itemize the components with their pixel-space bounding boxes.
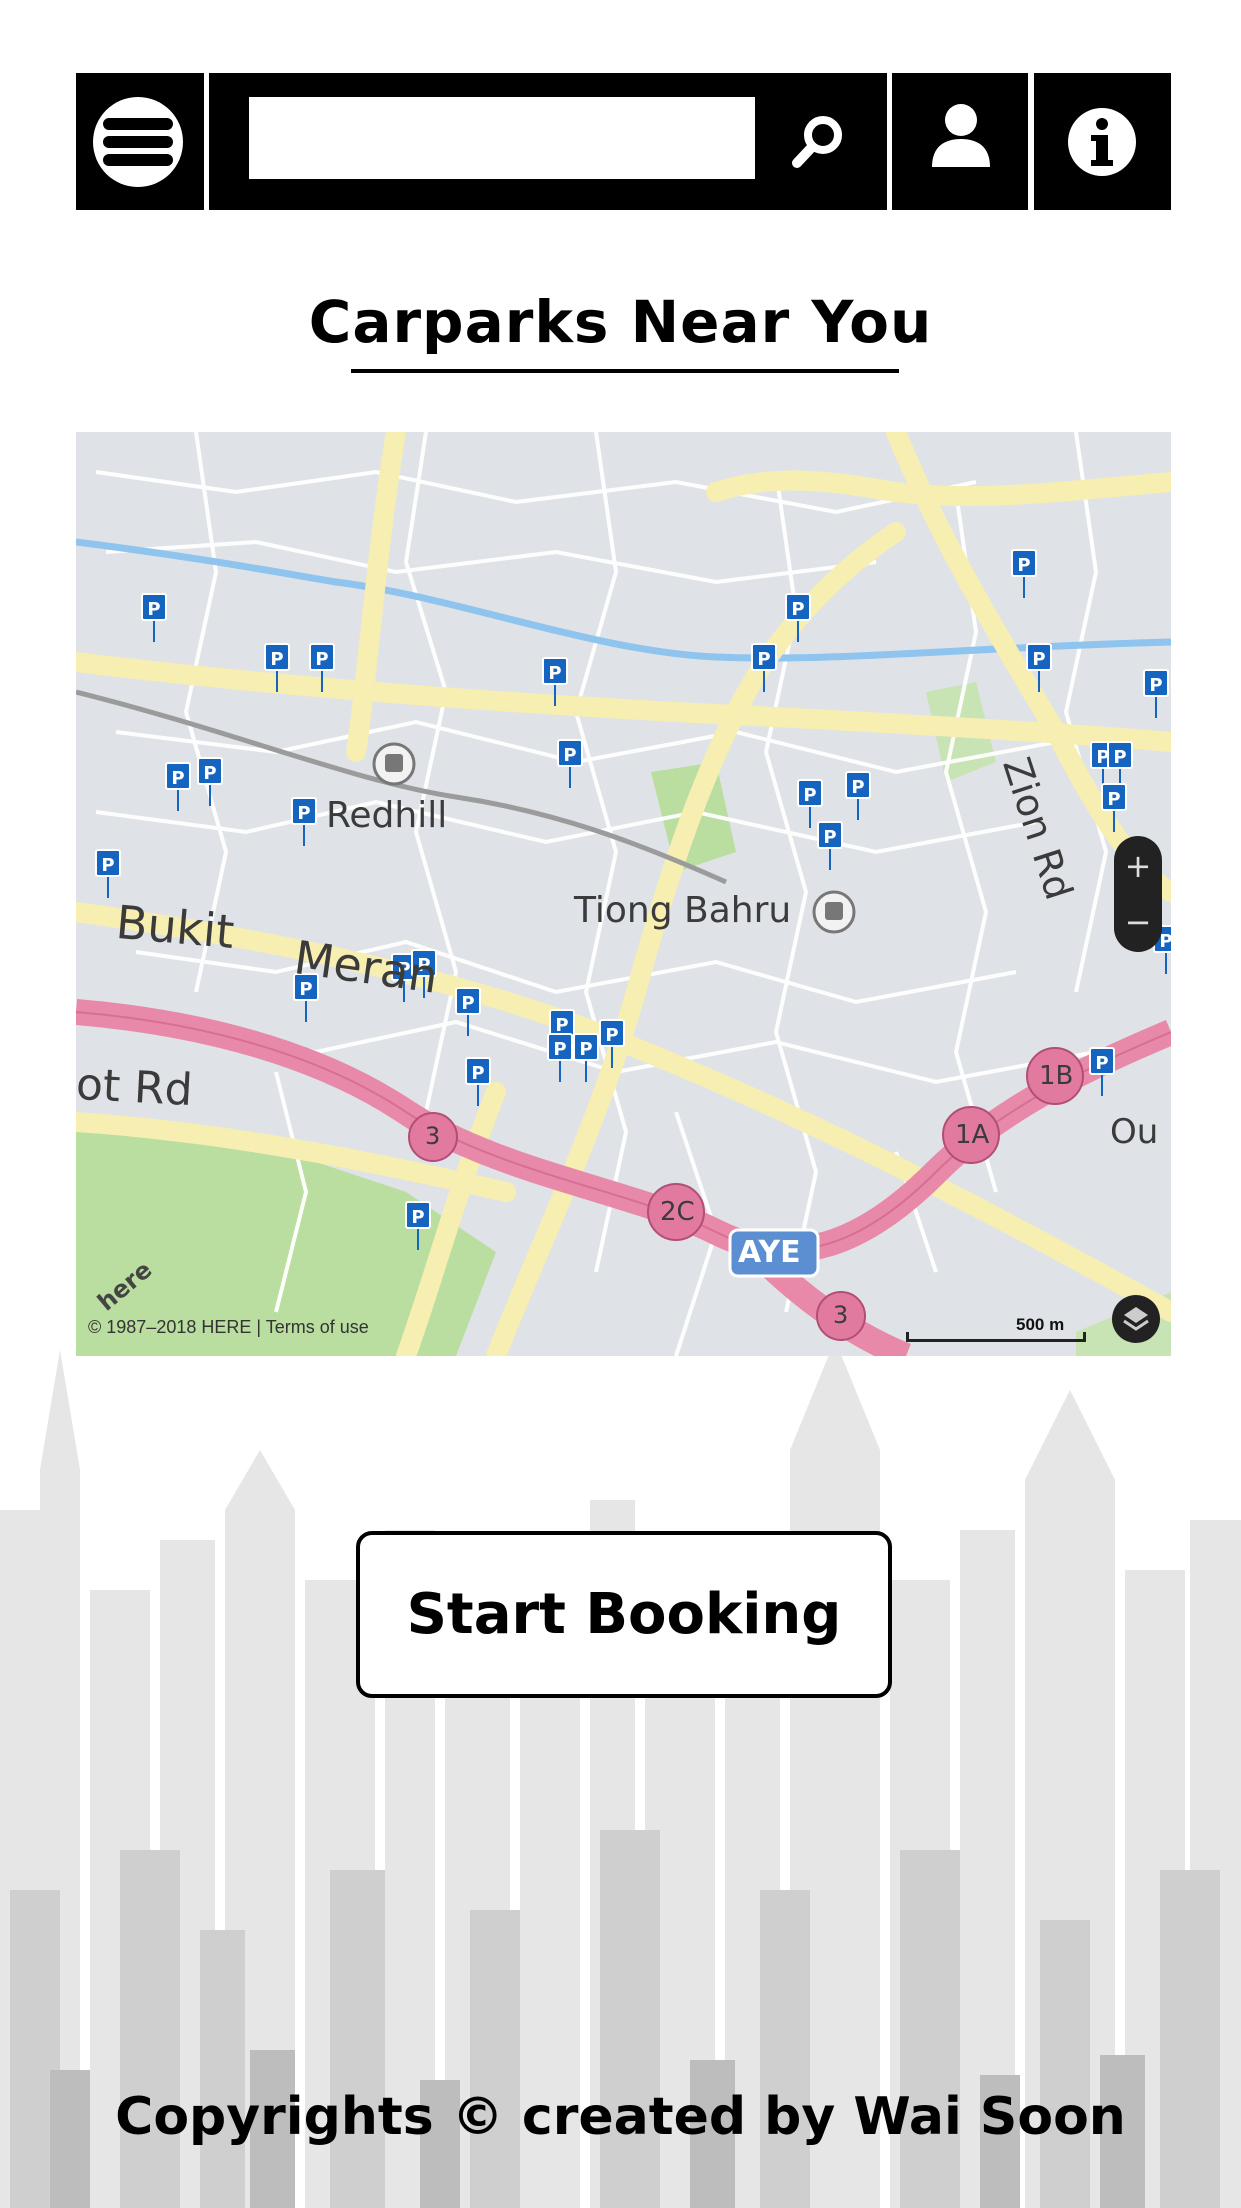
- search-bar: [209, 73, 887, 210]
- svg-text:P: P: [1095, 1053, 1108, 1074]
- parking-marker[interactable]: P: [165, 762, 191, 811]
- title-underline: [351, 369, 899, 373]
- parking-marker[interactable]: P: [1143, 669, 1169, 718]
- map-label-bukit: Bukit: [113, 894, 237, 960]
- zoom-in-button[interactable]: +: [1114, 838, 1162, 894]
- map-layers-button[interactable]: [1112, 1295, 1160, 1343]
- info-button[interactable]: [1034, 73, 1171, 210]
- parking-marker[interactable]: P: [1011, 549, 1037, 598]
- parking-marker[interactable]: P: [141, 593, 167, 642]
- parking-marker[interactable]: P: [817, 821, 843, 870]
- map-label-road-partial: ot Rd: [76, 1058, 194, 1117]
- exit-badge-3: 3: [425, 1122, 441, 1150]
- map-attribution[interactable]: © 1987–2018 HERE | Terms of use: [88, 1317, 369, 1338]
- start-booking-button[interactable]: Start Booking: [356, 1531, 892, 1698]
- svg-text:P: P: [579, 1039, 592, 1060]
- user-button[interactable]: [892, 73, 1028, 210]
- svg-text:P: P: [297, 803, 310, 824]
- parking-marker[interactable]: P: [547, 1033, 573, 1082]
- exit-badge-3-lower: 3: [833, 1301, 849, 1329]
- svg-text:P: P: [1032, 649, 1045, 670]
- svg-text:P: P: [270, 649, 283, 670]
- svg-text:P: P: [823, 827, 836, 848]
- search-input[interactable]: [249, 97, 755, 179]
- map-label-redhill: Redhill: [326, 795, 448, 836]
- parking-marker[interactable]: P: [291, 797, 317, 846]
- carpark-map[interactable]: PPPPPPPPPPPPPPPPPPPPPPPPPPPPPPPP Redhill…: [76, 432, 1171, 1356]
- svg-text:P: P: [461, 993, 474, 1014]
- svg-text:P: P: [471, 1063, 484, 1084]
- svg-text:P: P: [548, 663, 561, 684]
- page-title: Carparks Near You: [308, 288, 933, 356]
- hamburger-menu-icon: [93, 97, 183, 187]
- exit-badge-2c: 2C: [660, 1197, 695, 1227]
- map-scale-label: 500 m: [1016, 1315, 1065, 1334]
- svg-text:P: P: [1149, 675, 1162, 696]
- map-label-ou-partial: Ou: [1110, 1112, 1159, 1152]
- svg-text:P: P: [851, 777, 864, 798]
- search-icon[interactable]: [789, 111, 849, 171]
- parking-marker[interactable]: P: [845, 771, 871, 820]
- svg-text:P: P: [553, 1039, 566, 1060]
- exit-badge-1b: 1B: [1039, 1061, 1074, 1091]
- parking-marker[interactable]: P: [1107, 741, 1133, 790]
- exit-badge-1a: 1A: [955, 1120, 990, 1150]
- svg-text:P: P: [171, 768, 184, 789]
- parking-marker[interactable]: P: [797, 779, 823, 828]
- svg-text:P: P: [803, 785, 816, 806]
- skyline-background: [0, 1340, 1241, 2208]
- svg-text:P: P: [791, 599, 804, 620]
- svg-text:P: P: [101, 855, 114, 876]
- svg-text:P: P: [757, 649, 770, 670]
- svg-text:P: P: [315, 649, 328, 670]
- svg-text:P: P: [555, 1015, 568, 1036]
- parking-marker[interactable]: P: [557, 739, 583, 788]
- footer-copyright: Copyrights © created by Wai Soon: [115, 2087, 1126, 2147]
- svg-text:P: P: [147, 599, 160, 620]
- map-zoom-control: + −: [1114, 836, 1162, 952]
- svg-text:P: P: [1113, 747, 1126, 768]
- svg-text:P: P: [605, 1025, 618, 1046]
- map-label-tiong-bahru: Tiong Bahru: [574, 890, 792, 931]
- layers-icon: [1123, 1307, 1149, 1331]
- parking-marker[interactable]: P: [573, 1033, 599, 1082]
- map-label-aye: AYE: [738, 1235, 801, 1270]
- svg-text:P: P: [203, 763, 216, 784]
- svg-text:P: P: [1107, 789, 1120, 810]
- parking-marker[interactable]: P: [95, 849, 121, 898]
- info-icon: [1068, 108, 1136, 176]
- user-icon: [932, 104, 990, 167]
- parking-marker[interactable]: P: [1089, 1047, 1115, 1096]
- menu-button[interactable]: [76, 73, 204, 210]
- zoom-out-button[interactable]: −: [1114, 894, 1162, 950]
- svg-text:P: P: [411, 1207, 424, 1228]
- svg-text:P: P: [1017, 555, 1030, 576]
- svg-text:P: P: [563, 745, 576, 766]
- parking-marker[interactable]: P: [197, 757, 223, 806]
